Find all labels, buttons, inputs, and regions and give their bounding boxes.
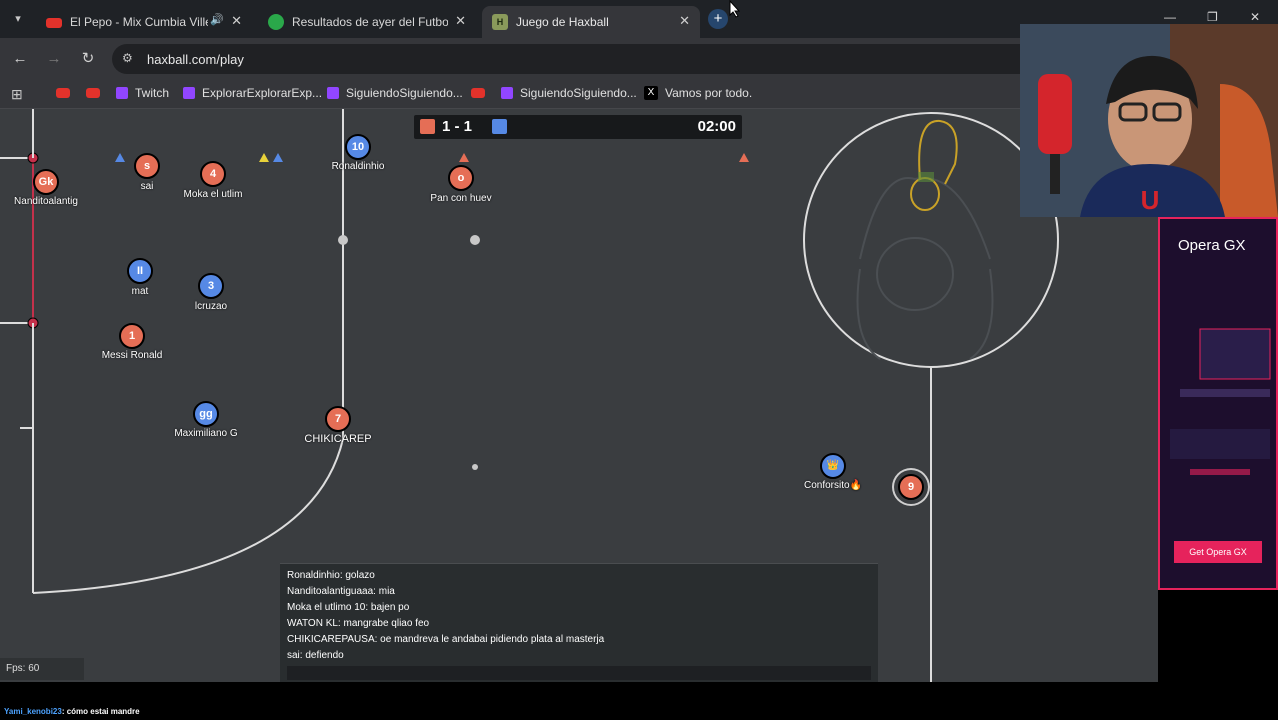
forward-icon[interactable]: →	[45, 50, 63, 68]
player-disc: 👑	[820, 453, 846, 479]
back-icon[interactable]: ←	[11, 50, 29, 68]
player-name: CHIKICAREP	[304, 433, 372, 445]
tab-title: Juego de Haxball	[516, 15, 609, 29]
chat-box: Ronaldinhio: golazo Nanditoalantiguaaa: …	[280, 563, 878, 682]
chat-message: Ronaldinhio: golazo	[287, 570, 375, 581]
player-name: Moka el utlim	[183, 189, 243, 200]
chat-message: sai: defiendo	[287, 650, 344, 661]
minimize-icon[interactable]: —	[1164, 10, 1176, 24]
player-disc: gg	[193, 401, 219, 427]
url-text: haxball.com/play	[147, 52, 244, 67]
player-disc: II	[127, 258, 153, 284]
twitch-icon	[501, 86, 513, 99]
player-disc: o	[448, 165, 474, 191]
player-disc: 1	[119, 323, 145, 349]
player-disc: 10	[345, 134, 371, 160]
address-bar[interactable]: ⚙ haxball.com/play	[112, 44, 1132, 74]
close-window-icon[interactable]: ✕	[1250, 10, 1260, 24]
chat-message: WATON KL: mangrabe qliao feo	[287, 618, 430, 629]
tab-title: El Pepo - Mix Cumbia Villera	[70, 15, 208, 29]
webcam-overlay: U	[1020, 24, 1278, 217]
site-settings-icon[interactable]: ⚙	[122, 51, 133, 65]
player-disc: 3	[198, 273, 224, 299]
player-disc: 4	[200, 161, 226, 187]
apps-grid-icon[interactable]: ⊞	[11, 86, 23, 103]
reload-icon[interactable]: ↻	[79, 50, 97, 68]
player-name: Nanditoalantig	[14, 196, 78, 207]
match-timer: 02:00	[697, 118, 736, 135]
player-name: Ronaldinhio	[331, 161, 385, 172]
opera-gx-ad[interactable]: Opera GX Get Opera GX	[1158, 217, 1278, 590]
offscreen-marker	[115, 153, 125, 162]
bookmark-twitch[interactable]: Twitch	[116, 86, 169, 102]
bookmark-youtube-2[interactable]	[86, 86, 107, 102]
twitch-icon	[327, 86, 339, 99]
player-disc-self: 9	[898, 474, 924, 500]
tab-youtube[interactable]: El Pepo - Mix Cumbia Villera 🔊 ✕	[36, 6, 252, 38]
stream-chat-bar: Yami_kenobi23: cómo estai mandre	[0, 682, 1278, 720]
offscreen-marker	[259, 153, 269, 162]
player-name: lcruzao	[194, 301, 228, 312]
youtube-icon	[46, 18, 62, 28]
player-disc: s	[134, 153, 160, 179]
haxball-icon: H	[492, 14, 508, 30]
stream-chat-message: Yami_kenobi23: cómo estai mandre	[4, 707, 140, 716]
soccer-ball-icon	[268, 14, 284, 30]
mouse-cursor-icon	[729, 0, 741, 18]
chat-username: Yami_kenobi23	[4, 707, 62, 716]
bookmark-youtube-1[interactable]	[56, 86, 77, 102]
bookmark-siguiendo-1[interactable]: SiguiendoSiguiendo...	[327, 86, 463, 102]
get-opera-gx-button[interactable]: Get Opera GX	[1174, 541, 1262, 563]
bookmark-vamos[interactable]: X Vamos por todo.	[644, 85, 752, 102]
youtube-icon	[471, 87, 485, 98]
speaker-icon[interactable]: 🔊	[210, 13, 224, 26]
close-tab-icon[interactable]: ✕	[231, 13, 242, 29]
tab-search-dropdown-icon[interactable]: ▾	[8, 9, 28, 29]
fps-counter: Fps: 60	[0, 658, 84, 680]
red-team-swatch	[420, 119, 435, 134]
player-name: mat	[131, 286, 149, 297]
player-name: sai	[140, 181, 154, 192]
player-disc: 7	[325, 406, 351, 432]
youtube-icon	[56, 87, 70, 98]
chat-text: : cómo estai mandre	[61, 707, 140, 716]
ad-brand: Opera GX	[1178, 237, 1246, 254]
player-disc: Gk	[33, 169, 59, 195]
twitch-icon	[183, 86, 195, 99]
streamer-image: U	[1020, 24, 1278, 217]
x-icon: X	[644, 85, 658, 100]
close-tab-icon[interactable]: ✕	[455, 13, 466, 29]
new-tab-button[interactable]: +	[708, 9, 728, 29]
offscreen-marker	[739, 153, 749, 162]
bookmark-explorar[interactable]: ExplorarExplorarExp...	[183, 86, 322, 102]
youtube-icon	[86, 87, 100, 98]
bookmark-siguiendo-2[interactable]: SiguiendoSiguiendo...	[501, 86, 637, 102]
score: 1 - 1	[442, 118, 473, 135]
restore-icon[interactable]: ❐	[1207, 10, 1218, 24]
tab-resultados[interactable]: Resultados de ayer del Futbol A ✕	[258, 6, 476, 38]
player-name: Conforsito🔥	[803, 480, 863, 491]
tab-title: Resultados de ayer del Futbol A	[292, 15, 448, 29]
offscreen-marker	[459, 153, 469, 162]
chat-message: Moka el utlimo 10: bajen po	[287, 602, 410, 613]
scoreboard: 1 - 1 02:00	[414, 115, 742, 139]
close-tab-icon[interactable]: ✕	[679, 13, 690, 29]
bookmark-youtube-3[interactable]	[471, 86, 492, 102]
chat-message: Nanditoalantiguaaa: mia	[287, 586, 395, 597]
blue-team-swatch	[492, 119, 507, 134]
black-panel	[1158, 590, 1278, 682]
twitch-icon	[116, 86, 128, 99]
chat-message: CHIKICAREPAUSA: oe mandreva le andabai p…	[287, 634, 605, 645]
player-name: Pan con huev	[430, 193, 492, 204]
haxball-canvas[interactable]: 1 - 1 02:00 Gk Nanditoalantig s sai 4 Mo…	[0, 109, 1158, 682]
player-name: Maximiliano G	[174, 428, 238, 439]
chat-input[interactable]	[287, 666, 871, 680]
player-name: Messi Ronald	[101, 350, 163, 361]
svg-text:U: U	[1141, 185, 1160, 215]
ad-illustration	[1170, 328, 1271, 475]
tab-haxball[interactable]: H Juego de Haxball ✕	[482, 6, 700, 38]
offscreen-marker	[273, 153, 283, 162]
